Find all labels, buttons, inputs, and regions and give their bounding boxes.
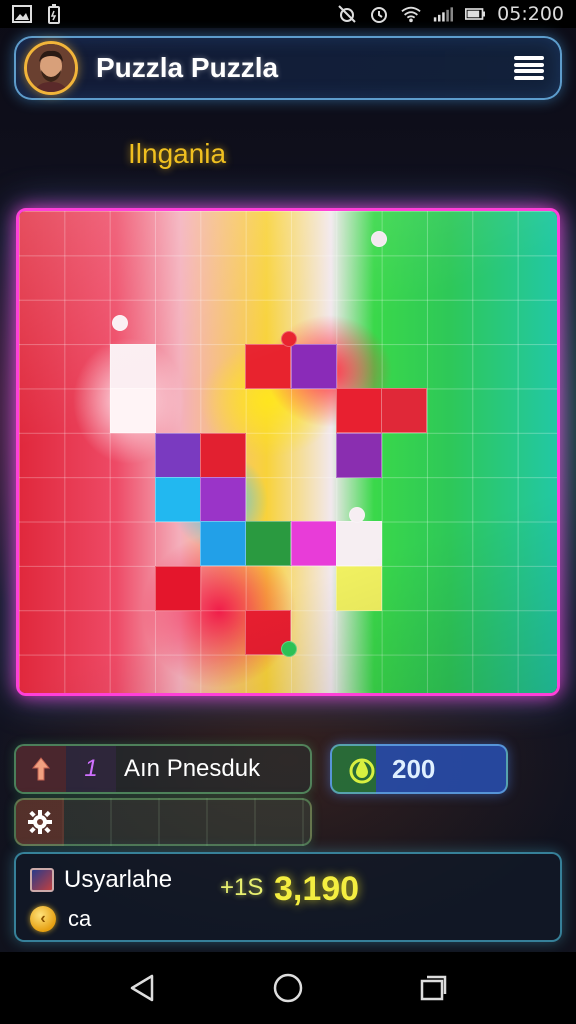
back-triangle-icon[interactable] (123, 968, 163, 1008)
hint-label: Aın Pnesduk (124, 755, 261, 782)
app-title: Puzzla Puzzla (96, 52, 279, 83)
level-name: Ilngania (128, 138, 227, 169)
home-circle-icon[interactable] (268, 968, 308, 1008)
score-bonus: +1S (220, 874, 264, 901)
board-glare (19, 211, 557, 693)
drop-icon (332, 754, 392, 784)
gold-coin-icon: ‹ (30, 906, 56, 932)
puzzle-board[interactable] (16, 208, 560, 696)
settings-panel (14, 798, 312, 846)
gear-icon[interactable] (16, 809, 64, 835)
top-header: Puzzla Puzzla (14, 36, 562, 100)
score-panel: Usyarlahe ‹ ca +1S 3,190 (14, 852, 562, 942)
currency-label: ca (68, 906, 92, 931)
player-name: Usyarlahe (64, 866, 173, 893)
hamburger-menu-icon[interactable] (512, 53, 546, 83)
status-left (12, 4, 64, 24)
status-right: 05:200 (337, 3, 564, 25)
image-icon (12, 5, 32, 23)
system-nav-bar (0, 952, 576, 1024)
status-time: 05:200 (497, 3, 564, 25)
player-thumbnail (30, 868, 54, 892)
battery-icon (465, 5, 486, 23)
player-row: Usyarlahe (30, 866, 172, 894)
score-value: 3,190 (274, 870, 360, 908)
arrow-up-icon[interactable] (16, 746, 66, 792)
signal-icon (433, 5, 454, 23)
recents-square-icon[interactable] (413, 968, 453, 1008)
alarm-off-icon (337, 5, 357, 23)
coins-value: 200 (392, 753, 436, 784)
player-avatar[interactable] (24, 41, 78, 95)
status-bar: 05:200 (0, 0, 576, 28)
hint-panel[interactable]: 1 Aın Pnesduk (14, 744, 312, 794)
wifi-icon (401, 5, 421, 23)
alarm-icon (369, 5, 389, 23)
coins-panel[interactable]: 200 (330, 744, 508, 794)
currency-row: ‹ ca (30, 906, 91, 932)
battery-saver-icon (44, 4, 64, 24)
hint-count: 1 (66, 746, 116, 792)
